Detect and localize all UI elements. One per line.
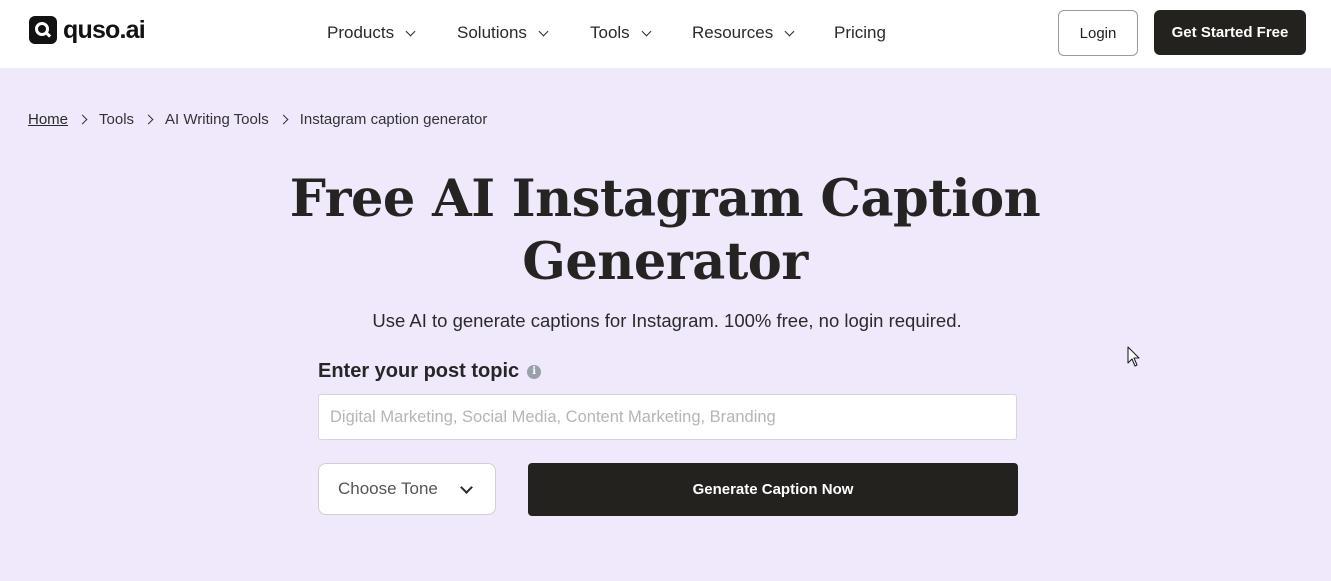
page-title-line-1: Free AI Instagram Caption	[289, 169, 1041, 229]
breadcrumb: Home Tools AI Writing Tools Instagram ca…	[28, 109, 487, 129]
nav-item-resources[interactable]: Resources	[692, 20, 795, 46]
topic-label-text: Enter your post topic	[318, 359, 520, 382]
quso-logo-icon	[29, 16, 57, 44]
chevron-down-icon	[405, 26, 416, 36]
chevron-right-icon	[278, 114, 289, 124]
chevron-down-icon	[641, 26, 652, 36]
post-topic-input[interactable]	[318, 394, 1017, 440]
chevron-down-icon	[538, 26, 549, 36]
generate-caption-button[interactable]: Generate Caption Now	[528, 463, 1018, 516]
mouse-cursor-icon	[1127, 346, 1140, 367]
nav-item-products[interactable]: Products	[327, 20, 416, 46]
nav-item-label: Solutions	[457, 23, 527, 42]
breadcrumb-home-link[interactable]: Home	[28, 111, 68, 128]
nav-item-label: Tools	[590, 23, 630, 42]
page-title-line-2: Generator	[522, 232, 808, 292]
logo-text: quso.ai	[63, 16, 146, 44]
info-icon[interactable]: i	[527, 365, 542, 379]
nav-item-pricing[interactable]: Pricing	[834, 20, 886, 46]
login-button[interactable]: Login	[1058, 10, 1138, 56]
get-started-button[interactable]: Get Started Free	[1154, 10, 1306, 55]
chevron-down-icon	[784, 26, 795, 36]
breadcrumb-current-page: Instagram caption generator	[299, 110, 488, 128]
topic-label: Enter your post topic i	[318, 358, 542, 384]
tone-select[interactable]: Choose Tone	[318, 463, 496, 515]
page-title: Free AI Instagram Caption Generator	[265, 168, 1065, 294]
nav-item-label: Resources	[692, 23, 774, 42]
nav-item-label: Products	[327, 23, 395, 42]
nav-item-tools[interactable]: Tools	[590, 20, 652, 46]
breadcrumb-tools-link[interactable]: Tools	[99, 111, 134, 128]
nav-item-solutions[interactable]: Solutions	[457, 20, 549, 46]
breadcrumb-ai-writing-tools-link[interactable]: AI Writing Tools	[165, 111, 269, 128]
chevron-right-icon	[143, 114, 154, 124]
chevron-right-icon	[77, 114, 88, 124]
nav-item-label: Pricing	[834, 23, 886, 42]
page-subtitle: Use AI to generate captions for Instagra…	[372, 310, 962, 331]
tone-select-value: Choose Tone	[338, 479, 438, 498]
site-header: quso.ai Products Solutions Tools Resourc…	[0, 0, 1331, 68]
quso-logo[interactable]: quso.ai	[29, 16, 146, 44]
chevron-down-icon	[460, 481, 473, 494]
